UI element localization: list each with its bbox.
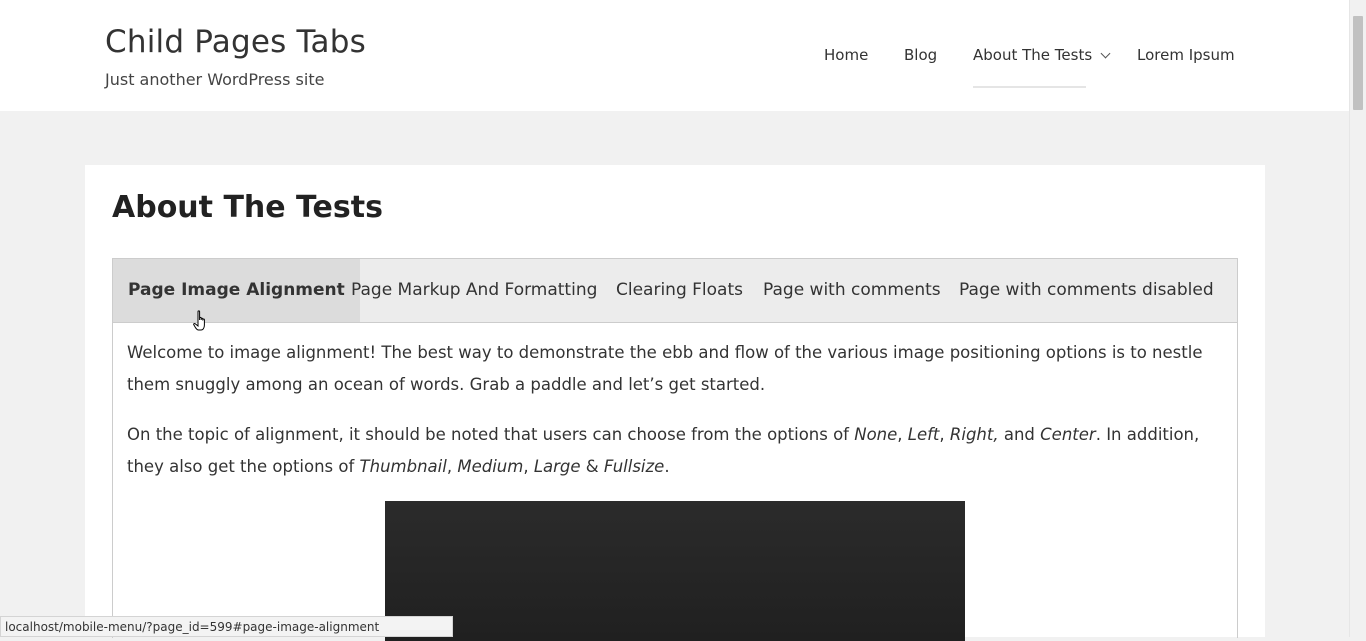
text-run: , <box>446 457 458 476</box>
child-pages-tabs: Page Image Alignment Page Markup And For… <box>112 258 1238 641</box>
chevron-down-icon[interactable] <box>1100 48 1111 59</box>
text-run: and <box>998 425 1041 444</box>
tab-clearing-floats[interactable]: Clearing Floats <box>601 259 758 322</box>
site-header: Child Pages Tabs Just another WordPress … <box>0 0 1349 111</box>
tab-page-with-comments[interactable]: Page with comments <box>748 259 956 322</box>
nav-item-blog[interactable]: Blog <box>904 46 937 64</box>
nav-item-home[interactable]: Home <box>824 46 868 64</box>
page-title: About The Tests <box>112 190 383 225</box>
nav-item-about-the-tests[interactable]: About The Tests <box>973 46 1111 64</box>
intro-paragraph: Welcome to image alignment! The best way… <box>127 343 1203 394</box>
emphasis-large: Large <box>533 457 581 476</box>
active-nav-indicator <box>973 86 1086 88</box>
emphasis-right: Right, <box>949 425 999 444</box>
browser-status-bar: localhost/mobile-menu/?page_id=599#page-… <box>0 616 453 637</box>
tab-page-markup-and-formatting[interactable]: Page Markup And Formatting <box>336 259 612 322</box>
scrollbar-thumb[interactable] <box>1353 16 1363 110</box>
emphasis-medium: Medium <box>457 457 524 476</box>
content-card: About The Tests Page Image Alignment Pag… <box>85 165 1265 641</box>
emphasis-none: None <box>854 425 898 444</box>
alignment-paragraph: On the topic of alignment, it should be … <box>127 419 1222 483</box>
emphasis-center: Center <box>1040 425 1096 444</box>
tab-page-with-comments-disabled[interactable]: Page with comments disabled <box>944 259 1229 322</box>
tab-panel-content: Welcome to image alignment! The best way… <box>127 337 1222 501</box>
tab-page-image-alignment[interactable]: Page Image Alignment <box>113 259 360 322</box>
text-run: . <box>664 457 670 476</box>
emphasis-thumbnail: Thumbnail <box>359 457 447 476</box>
tab-bar: Page Image Alignment Page Markup And For… <box>113 259 1237 323</box>
hand-cursor-icon <box>193 310 205 331</box>
text-run: On the topic of alignment, it should be … <box>127 425 855 444</box>
aligned-image <box>385 501 965 641</box>
nav-item-about-label: About The Tests <box>973 46 1093 64</box>
text-run: & <box>580 457 604 476</box>
text-run: , <box>939 425 950 444</box>
page-scrollbar[interactable] <box>1349 0 1366 637</box>
text-run: , <box>897 425 908 444</box>
text-run: , <box>523 457 534 476</box>
nav-item-lorem-ipsum[interactable]: Lorem Ipsum <box>1137 46 1235 64</box>
emphasis-fullsize: Fullsize <box>603 457 665 476</box>
emphasis-left: Left <box>907 425 940 444</box>
main-navigation: Home Blog About The Tests Lorem Ipsum <box>0 0 1349 111</box>
